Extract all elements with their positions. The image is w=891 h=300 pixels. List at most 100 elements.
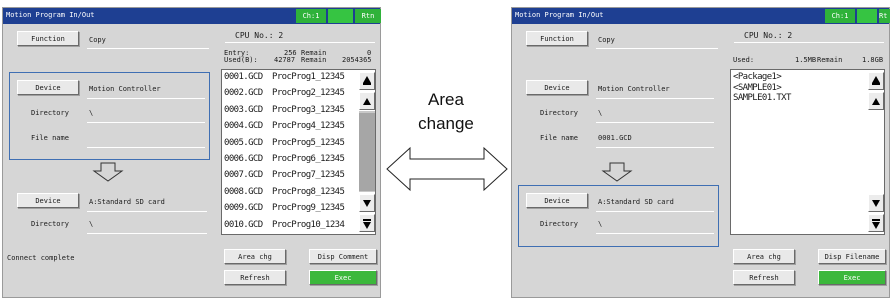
double-arrow-icon — [386, 146, 508, 192]
destination-directory-label: Directory — [540, 220, 578, 228]
chevron-down-icon — [872, 200, 880, 207]
down-arrow-icon — [601, 162, 633, 182]
scroll-bottom-button[interactable] — [868, 214, 884, 232]
scroll-down-button[interactable] — [359, 194, 375, 212]
function-value: Copy — [598, 36, 615, 44]
used-remain-value: 2054365 — [342, 56, 372, 64]
title-bar: Motion Program In/Out Ch:1 Rt — [512, 8, 890, 24]
list-item[interactable]: SAMPLE01.TXT — [733, 93, 791, 103]
function-button[interactable]: Function — [526, 31, 588, 46]
divider — [87, 98, 205, 99]
refresh-button[interactable]: Refresh — [224, 270, 286, 285]
list-item[interactable]: <SAMPLE01> — [733, 83, 782, 93]
list-item[interactable]: 0006.GCD ProcProg6_12345 — [224, 154, 345, 164]
list-item[interactable]: 0001.GCD ProcProg1_12345 — [224, 72, 345, 82]
source-directory-value: \ — [89, 109, 94, 117]
scroll-up-button[interactable] — [359, 92, 375, 110]
destination-directory-label: Directory — [31, 220, 69, 228]
list-item[interactable]: 0002.GCD ProcProg2_12345 — [224, 88, 345, 99]
return-button[interactable]: Rtn — [355, 9, 381, 23]
used-remain-value: 1.8GB — [862, 56, 884, 64]
list-item[interactable]: 0005.GCD ProcProg5_12345 — [224, 138, 345, 148]
return-button[interactable]: Rt — [879, 9, 890, 23]
file-comment: ProcProg9_12345 — [272, 203, 345, 214]
source-device-button[interactable]: Device — [526, 80, 588, 95]
scroll-bottom-bar — [363, 219, 371, 221]
destination-directory-value: \ — [598, 220, 603, 228]
destination-directory-value: \ — [89, 220, 94, 228]
list-item[interactable]: 0008.GCD ProcProg8_12345 — [224, 186, 345, 197]
divider — [596, 98, 714, 99]
down-arrow-icon — [92, 162, 124, 182]
file-name: 0008.GCD — [224, 186, 263, 197]
used-value: 42787 — [274, 56, 296, 64]
file-name: 0006.GCD — [224, 154, 263, 164]
destination-device-value: A:Standard SD card — [598, 198, 674, 206]
file-list[interactable]: <Package1> <SAMPLE01> SAMPLE01.TXT — [730, 69, 885, 235]
destination-device-button[interactable]: Device — [17, 193, 79, 208]
used-remain-label: Remain — [301, 56, 327, 64]
scroll-bottom-button[interactable] — [359, 214, 375, 232]
refresh-button[interactable]: Refresh — [733, 270, 795, 285]
function-value: Copy — [89, 36, 106, 44]
cpu-number: CPU No.: 2 — [744, 31, 793, 40]
destination-device-value: A:Standard SD card — [89, 198, 165, 206]
list-item[interactable]: 0007.GCD ProcProg7_12345 — [224, 170, 345, 181]
divider — [596, 211, 714, 212]
title-bar: Motion Program In/Out Ch:1 Rtn — [3, 8, 381, 24]
cpu-number: CPU No.: 2 — [235, 31, 284, 40]
function-button[interactable]: Function — [17, 31, 79, 46]
scroll-down-button[interactable] — [868, 194, 884, 212]
area-change-button[interactable]: Area chg — [733, 249, 795, 264]
divider — [87, 147, 205, 148]
chevron-down-icon — [363, 200, 371, 207]
scroll-top-icon — [363, 76, 371, 83]
source-directory-label: Directory — [540, 109, 578, 117]
list-item[interactable]: 0003.GCD ProcProg3_12345 — [224, 104, 345, 115]
scroll-up-button[interactable] — [868, 92, 884, 110]
file-comment: ProcProg5_12345 — [272, 137, 345, 148]
scroll-thumb[interactable] — [359, 113, 375, 191]
exec-button[interactable]: Exec — [818, 270, 886, 285]
source-device-button[interactable]: Device — [17, 80, 79, 95]
file-name: 0009.GCD — [224, 203, 263, 214]
file-comment: ProcProg10_1234 — [272, 219, 345, 230]
file-name: 0003.GCD — [224, 104, 263, 115]
divider — [596, 233, 714, 234]
annotation-line-1: Area — [428, 90, 464, 109]
used-label: Used: — [733, 56, 755, 64]
divider — [87, 211, 207, 212]
channel-indicator: Ch:1 — [825, 9, 855, 23]
divider — [596, 147, 714, 148]
file-list[interactable]: 0001.GCD ProcProg1_12345 0002.GCD ProcProg2… — [221, 69, 376, 235]
used-value: 1.5MB — [795, 56, 817, 64]
scroll-top-button[interactable] — [868, 72, 884, 90]
status-message: Connect complete — [7, 254, 75, 262]
status-indicator — [857, 9, 877, 23]
scroll-track[interactable] — [359, 111, 375, 192]
divider — [87, 233, 207, 234]
scroll-top-button[interactable] — [359, 72, 375, 90]
file-comment: ProcProg8_12345 — [272, 186, 345, 197]
file-comment: ProcProg3_12345 — [272, 104, 345, 115]
file-name-label: File name — [31, 134, 69, 142]
chevron-up-icon — [872, 98, 880, 105]
list-item[interactable]: 0010.GCD ProcProg10_1234 — [224, 220, 345, 230]
source-directory-label: Directory — [31, 109, 69, 117]
list-item[interactable]: <Package1> — [733, 72, 782, 82]
area-change-button[interactable]: Area chg — [224, 249, 286, 264]
file-comment: ProcProg2_12345 — [272, 88, 345, 99]
exec-button[interactable]: Exec — [309, 270, 377, 285]
display-toggle-button[interactable]: Disp Filename — [818, 249, 886, 264]
divider — [734, 42, 884, 43]
list-item[interactable]: 0009.GCD ProcProg9_12345 — [224, 203, 345, 214]
scroll-bottom-icon — [872, 222, 880, 229]
file-name: 0002.GCD — [224, 88, 263, 99]
destination-device-button[interactable]: Device — [526, 193, 588, 208]
list-item[interactable]: 0004.GCD ProcProg4_12345 — [224, 121, 345, 131]
scroll-track[interactable] — [868, 111, 884, 192]
left-screen: Motion Program In/Out Ch:1 Rtn Function … — [2, 7, 381, 298]
file-name: 0007.GCD — [224, 170, 263, 181]
display-toggle-button[interactable]: Disp Comment — [309, 249, 377, 264]
used-remain-label: Remain — [817, 56, 843, 64]
